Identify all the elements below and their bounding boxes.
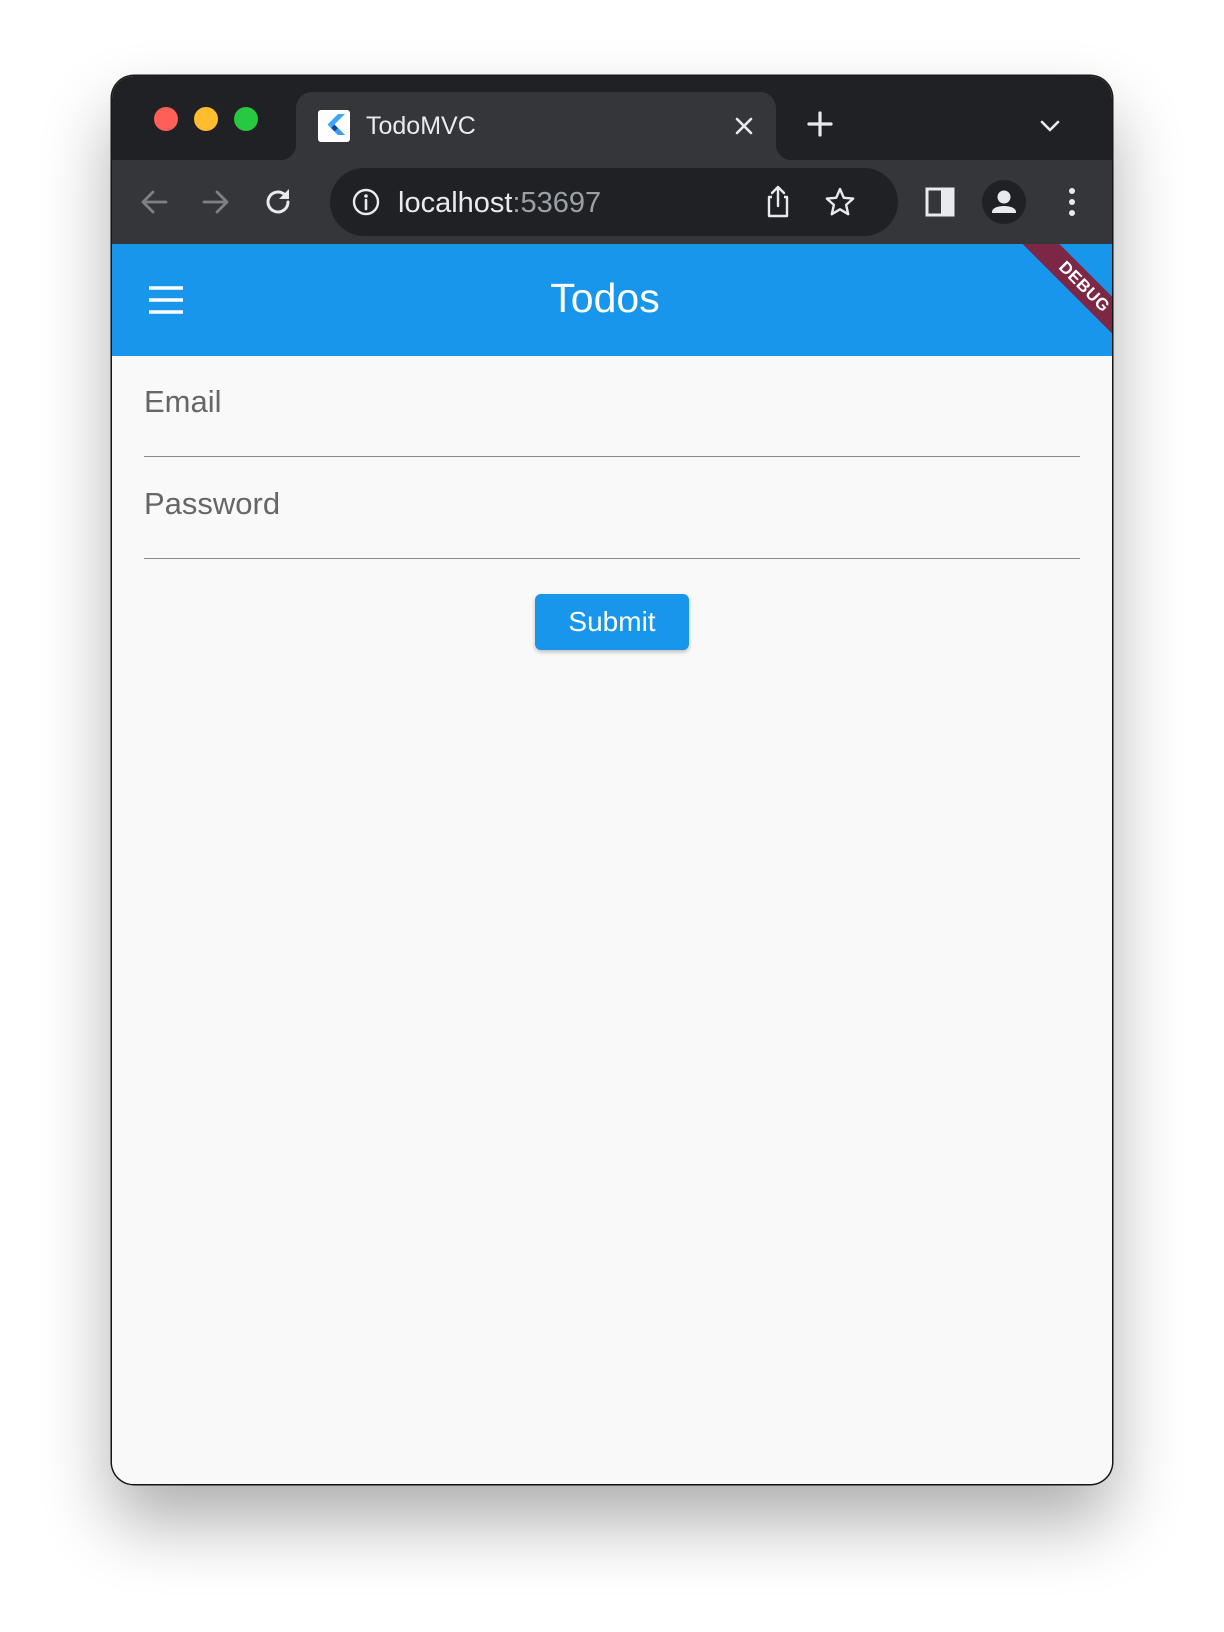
page-title: Todos xyxy=(550,275,660,321)
url-text[interactable]: localhost:53697 xyxy=(398,186,601,220)
tab-strip: TodoMVC xyxy=(112,76,1112,160)
forward-icon[interactable] xyxy=(200,186,232,218)
email-input[interactable] xyxy=(144,384,1080,420)
address-bar[interactable]: localhost:53697 xyxy=(330,168,898,236)
bookmark-star-icon[interactable] xyxy=(824,186,856,218)
close-tab-icon[interactable] xyxy=(734,116,754,136)
tab-search-dropdown-icon[interactable] xyxy=(1038,114,1062,138)
login-form: Submit xyxy=(112,356,1112,1484)
window-close-button[interactable] xyxy=(154,107,178,131)
share-icon[interactable] xyxy=(762,184,794,220)
window-maximize-button[interactable] xyxy=(234,107,258,131)
profile-icon[interactable] xyxy=(982,180,1026,224)
browser-toolbar: localhost:53697 xyxy=(112,160,1112,244)
back-icon[interactable] xyxy=(138,186,170,218)
flutter-logo-icon xyxy=(318,110,350,142)
browser-tab-todomvc[interactable]: TodoMVC xyxy=(280,92,792,160)
url-host: localhost xyxy=(398,187,513,219)
password-field xyxy=(144,458,1080,559)
reload-icon[interactable] xyxy=(262,186,294,218)
side-panel-icon[interactable] xyxy=(924,186,956,218)
new-tab-icon[interactable] xyxy=(806,110,834,138)
submit-button[interactable]: Submit xyxy=(535,594,689,650)
more-menu-icon[interactable] xyxy=(1056,186,1088,218)
password-input[interactable] xyxy=(144,486,1080,522)
tab-title: TodoMVC xyxy=(366,112,476,140)
site-info-icon[interactable] xyxy=(350,186,382,218)
email-field xyxy=(144,356,1080,457)
app-bar: Todos DEBUG xyxy=(112,244,1112,356)
window-minimize-button[interactable] xyxy=(194,107,218,131)
browser-window: TodoMVC localhost:53697 Todos DEBUG Emai… xyxy=(112,76,1112,1484)
url-port: :53697 xyxy=(512,187,602,219)
